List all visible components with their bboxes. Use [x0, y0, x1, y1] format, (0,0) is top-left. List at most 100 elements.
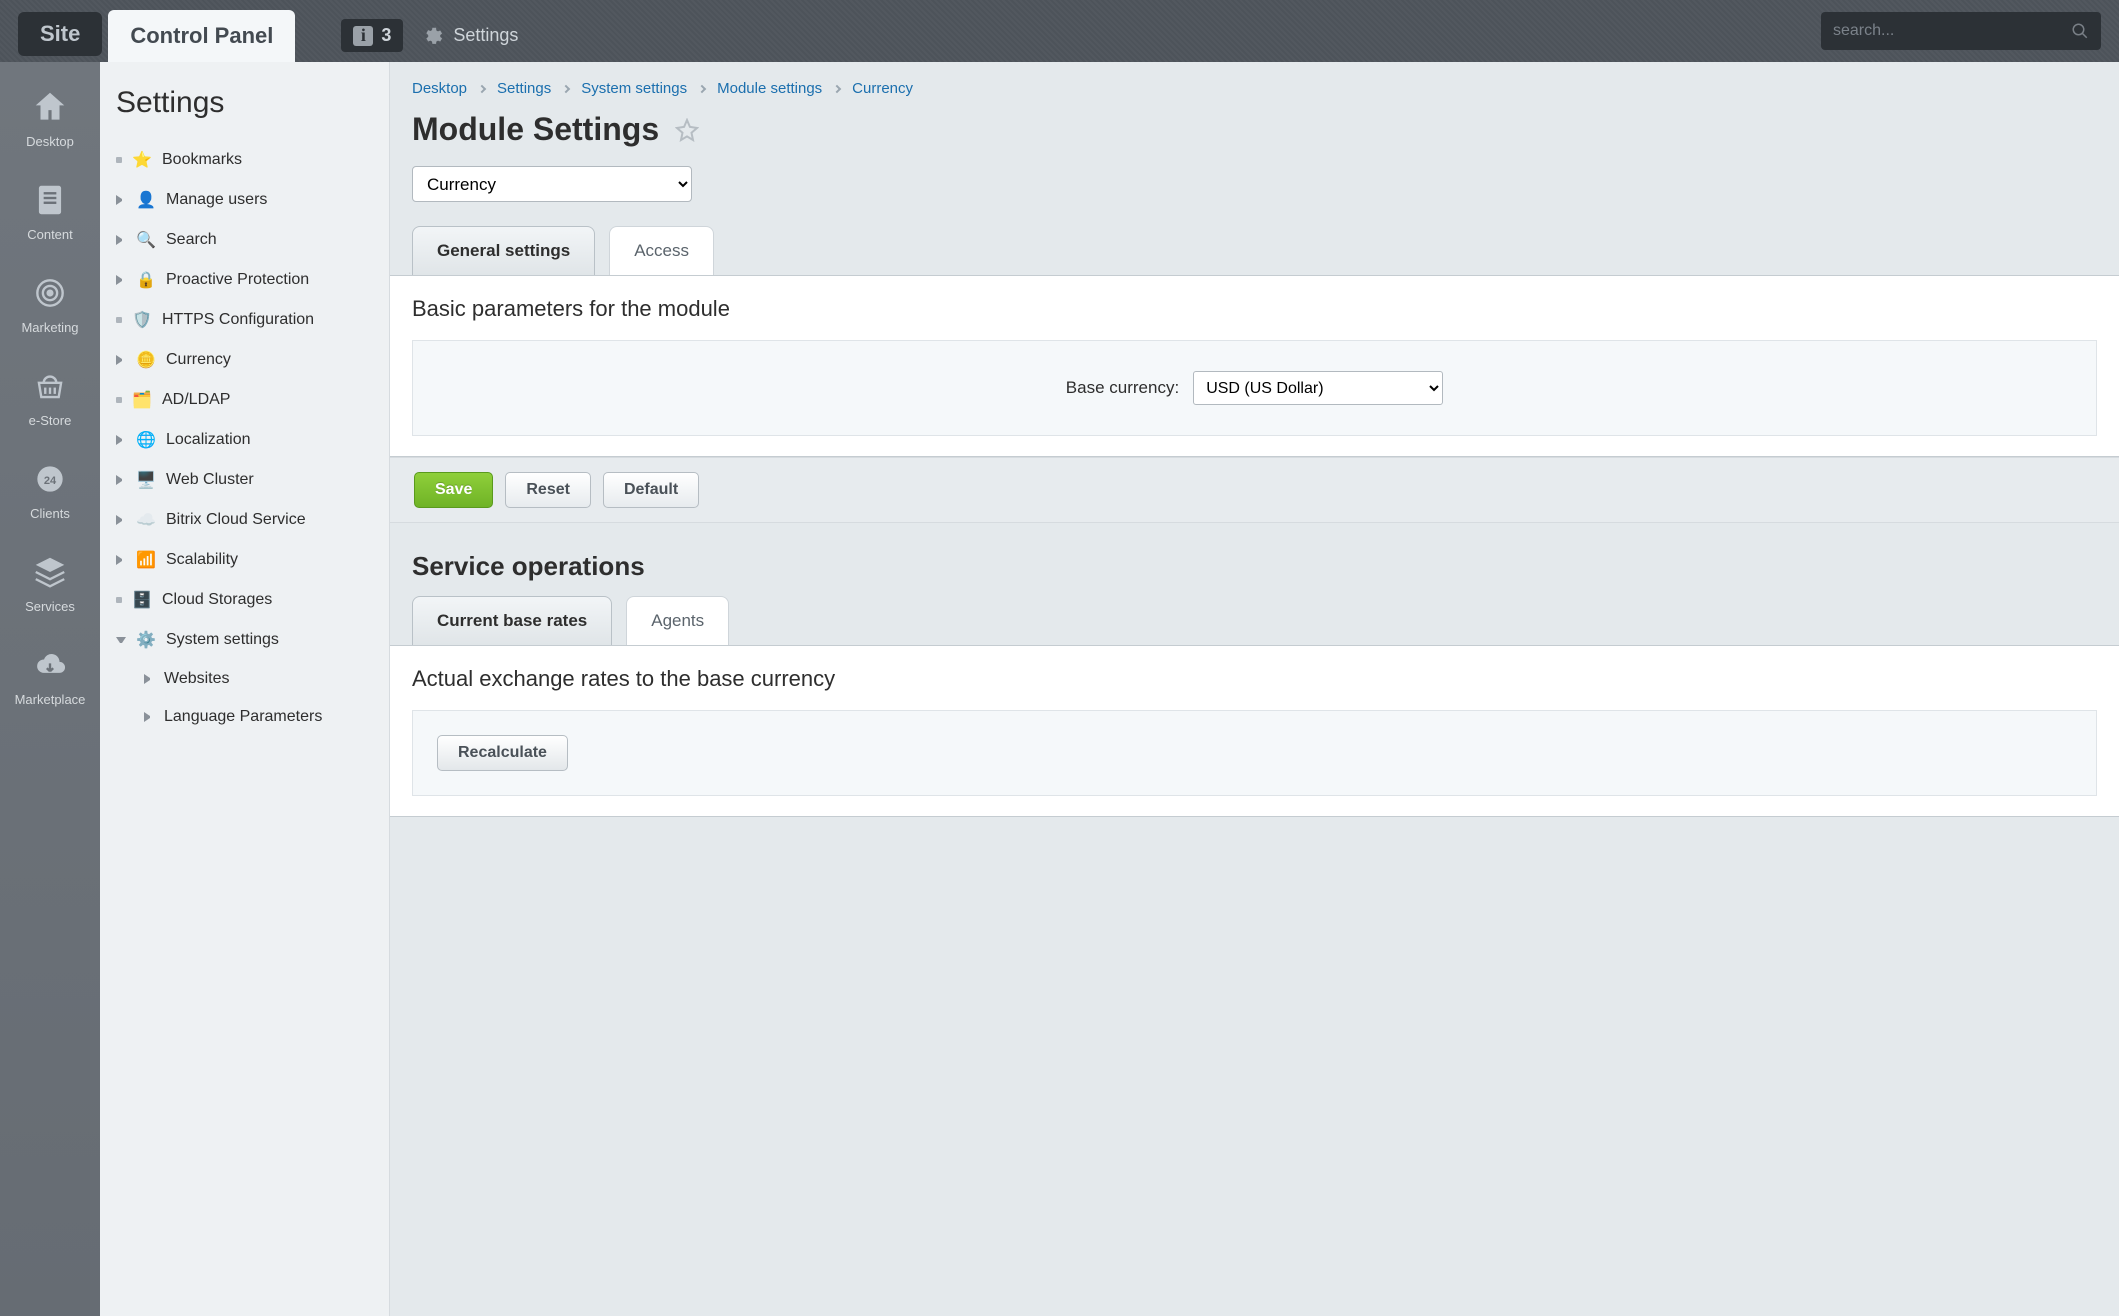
rail-item-estore[interactable]: e-Store: [0, 351, 100, 444]
gear-icon: [421, 25, 443, 47]
basic-parameters-card: Basic parameters for the module Base cur…: [390, 275, 2119, 457]
svg-text:24: 24: [44, 475, 57, 487]
shield-icon: 🛡️: [132, 310, 152, 330]
star-icon: ⭐: [132, 150, 152, 170]
card-heading: Actual exchange rates to the base curren…: [412, 666, 2097, 692]
chevron-right-icon: [144, 712, 154, 722]
tree-item-web-cluster[interactable]: 🖥️Web Cluster: [110, 460, 379, 500]
base-currency-select[interactable]: USD (US Dollar): [1193, 371, 1443, 405]
tree-subitem-language-parameters[interactable]: Language Parameters: [110, 698, 379, 736]
magnifier-icon: 🔍: [136, 230, 156, 250]
globe-icon: 🌐: [136, 430, 156, 450]
chevron-right-icon: [478, 84, 486, 92]
cloud-download-icon: [31, 646, 69, 684]
tree-item-search[interactable]: 🔍Search: [110, 220, 379, 260]
gear-icon: ⚙️: [136, 630, 156, 650]
target-icon: [31, 274, 69, 312]
crumb-system-settings[interactable]: System settings: [581, 80, 687, 97]
badge-24-icon: 24: [31, 460, 69, 498]
crumb-desktop[interactable]: Desktop: [412, 80, 467, 97]
tab-control-panel[interactable]: Control Panel: [108, 10, 295, 62]
coin-icon: 🪙: [136, 350, 156, 370]
document-icon: [31, 181, 69, 219]
notifications-count: 3: [381, 25, 391, 46]
service-tabs: Current base rates Agents: [390, 596, 2119, 645]
rail-item-desktop[interactable]: Desktop: [0, 72, 100, 165]
servers-icon: 🖥️: [136, 470, 156, 490]
directory-icon: 🗂️: [132, 390, 152, 410]
tree-item-manage-users[interactable]: 👤Manage users: [110, 180, 379, 220]
tree-item-scalability[interactable]: 📶Scalability: [110, 540, 379, 580]
settings-tree: ⭐Bookmarks 👤Manage users 🔍Search 🔒Proact…: [110, 140, 379, 736]
reset-button[interactable]: Reset: [505, 472, 591, 508]
default-button[interactable]: Default: [603, 472, 699, 508]
chevron-right-icon: [144, 674, 154, 684]
rail-item-marketing[interactable]: Marketing: [0, 258, 100, 351]
tab-access[interactable]: Access: [609, 226, 714, 275]
layers-icon: [31, 553, 69, 591]
chevron-down-icon: [116, 637, 126, 647]
info-icon: [353, 26, 373, 46]
chevron-right-icon: [698, 84, 706, 92]
tab-current-base-rates[interactable]: Current base rates: [412, 596, 612, 645]
dot-icon: [116, 597, 122, 603]
chevron-right-icon: [116, 435, 126, 445]
tab-site[interactable]: Site: [18, 12, 102, 56]
tree-item-bitrix-cloud[interactable]: ☁️Bitrix Cloud Service: [110, 500, 379, 540]
chevron-right-icon: [116, 195, 126, 205]
tree-item-currency[interactable]: 🪙Currency: [110, 340, 379, 380]
page-title: Module Settings: [412, 111, 659, 148]
crumb-currency[interactable]: Currency: [852, 80, 913, 97]
search-icon: [2071, 22, 2089, 40]
card-heading: Basic parameters for the module: [412, 296, 2097, 322]
tree-item-https-config[interactable]: 🛡️HTTPS Configuration: [110, 300, 379, 340]
dot-icon: [116, 397, 122, 403]
header-settings-link[interactable]: Settings: [421, 25, 518, 47]
rail-item-marketplace[interactable]: Marketplace: [0, 630, 100, 723]
rail-item-services[interactable]: Services: [0, 537, 100, 630]
cloud-icon: ☁️: [136, 510, 156, 530]
scale-icon: 📶: [136, 550, 156, 570]
home-icon: [31, 88, 69, 126]
header-settings-label: Settings: [453, 25, 518, 46]
tree-item-proactive-protection[interactable]: 🔒Proactive Protection: [110, 260, 379, 300]
search-input[interactable]: [1833, 22, 2071, 40]
storage-icon: 🗄️: [132, 590, 152, 610]
crumb-module-settings[interactable]: Module settings: [717, 80, 822, 97]
tab-general-settings[interactable]: General settings: [412, 226, 595, 275]
recalc-row: Recalculate: [412, 710, 2097, 796]
tree-item-cloud-storages[interactable]: 🗄️Cloud Storages: [110, 580, 379, 620]
favorite-star-icon[interactable]: [675, 118, 699, 142]
chevron-right-icon: [116, 275, 126, 285]
tree-item-system-settings[interactable]: ⚙️System settings: [110, 620, 379, 660]
search-box: [1821, 12, 2101, 50]
crumb-settings[interactable]: Settings: [497, 80, 551, 97]
tab-agents[interactable]: Agents: [626, 596, 729, 645]
top-header: Site Control Panel 3 Settings: [0, 0, 2119, 62]
main-content: Desktop Settings System settings Module …: [390, 62, 2119, 1316]
recalculate-button[interactable]: Recalculate: [437, 735, 568, 771]
chevron-right-icon: [116, 555, 126, 565]
chevron-right-icon: [116, 235, 126, 245]
module-select[interactable]: Currency: [412, 166, 692, 202]
base-currency-row: Base currency: USD (US Dollar): [412, 340, 2097, 436]
rail-item-clients[interactable]: 24 Clients: [0, 444, 100, 537]
chevron-right-icon: [562, 84, 570, 92]
left-rail: Desktop Content Marketing e-Store 24 Cli…: [0, 62, 100, 1316]
rail-item-content[interactable]: Content: [0, 165, 100, 258]
settings-panel: Settings ⭐Bookmarks 👤Manage users 🔍Searc…: [100, 62, 390, 1316]
exchange-rates-card: Actual exchange rates to the base curren…: [390, 645, 2119, 817]
tree-subitem-websites[interactable]: Websites: [110, 660, 379, 698]
tree-item-ad-ldap[interactable]: 🗂️AD/LDAP: [110, 380, 379, 420]
basket-icon: [31, 367, 69, 405]
breadcrumb: Desktop Settings System settings Module …: [390, 80, 2119, 111]
base-currency-label: Base currency:: [1066, 378, 1179, 398]
button-row: Save Reset Default: [390, 457, 2119, 523]
chevron-right-icon: [116, 355, 126, 365]
notifications-button[interactable]: 3: [341, 19, 403, 52]
dot-icon: [116, 317, 122, 323]
panel-title: Settings: [116, 86, 373, 120]
save-button[interactable]: Save: [414, 472, 493, 508]
tree-item-bookmarks[interactable]: ⭐Bookmarks: [110, 140, 379, 180]
tree-item-localization[interactable]: 🌐Localization: [110, 420, 379, 460]
